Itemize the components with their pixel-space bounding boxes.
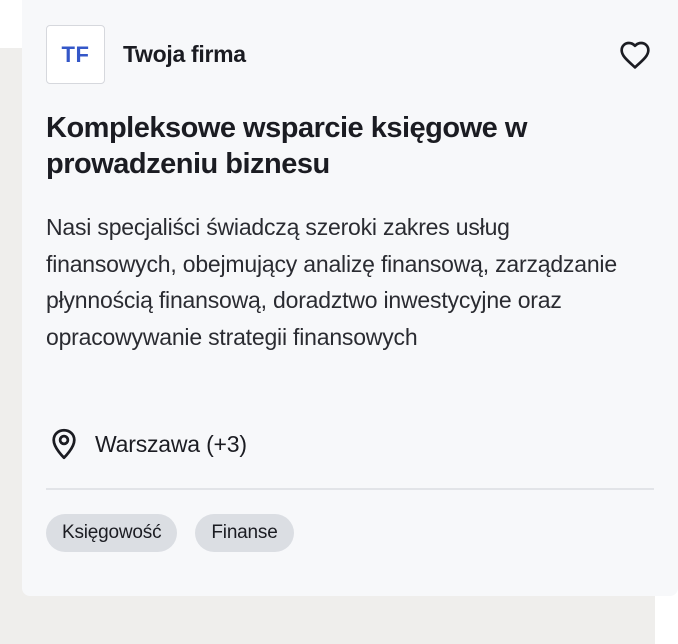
tag-finance[interactable]: Finanse — [195, 514, 294, 552]
favorite-button[interactable] — [618, 38, 652, 72]
location-text: Warszawa (+3) — [95, 430, 247, 457]
listing-description: Nasi specjaliści świadczą szeroki zakres… — [46, 214, 617, 350]
company-name[interactable]: Twoja firma — [123, 41, 246, 68]
location: Warszawa (+3) — [46, 426, 247, 462]
heart-icon — [620, 41, 650, 69]
company-logo: TF — [46, 25, 105, 84]
map-pin-icon — [46, 426, 82, 462]
tag-list: Księgowość Finanse — [46, 514, 294, 552]
tag-accounting[interactable]: Księgowość — [46, 514, 178, 552]
listing-title[interactable]: Kompleksowe wsparcie księgowe w prowadze… — [46, 110, 606, 182]
card-header: TF Twoja firma — [46, 25, 654, 84]
divider — [46, 488, 654, 490]
service-card[interactable]: TF Twoja firma Kompleksowe wsparcie księ… — [22, 0, 678, 596]
